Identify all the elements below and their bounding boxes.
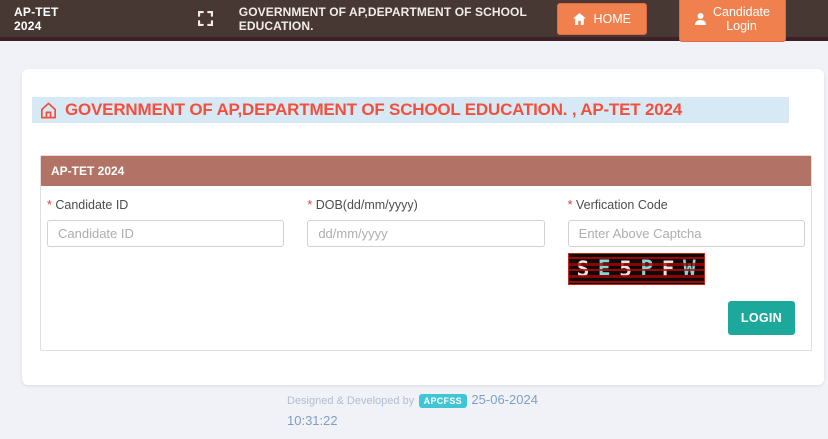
fullscreen-icon[interactable] xyxy=(197,11,213,26)
footer-time: 10:31:22 xyxy=(287,413,338,428)
candidate-login-button[interactable]: Candidate Login xyxy=(678,0,786,42)
top-navbar: AP-TET 2024 GOVERNMENT OF AP,DEPARTMENT … xyxy=(0,0,828,42)
person-icon xyxy=(694,12,706,25)
login-card: GOVERNMENT OF AP,DEPARTMENT OF SCHOOL ED… xyxy=(22,69,824,385)
dob-input[interactable] xyxy=(307,220,545,247)
apcfss-badge: APCFSS xyxy=(418,394,467,408)
required-asterisk: * xyxy=(47,198,52,212)
captcha-char: P xyxy=(640,256,654,280)
footer-date: 25-06-2024 xyxy=(471,392,538,407)
verification-code-field-group: * Verfication Code S E 5 P F W xyxy=(567,198,805,285)
home-icon xyxy=(573,12,587,25)
candidate-id-label-text: Candidate ID xyxy=(55,198,129,212)
navbar-title: GOVERNMENT OF AP,DEPARTMENT OF SCHOOL ED… xyxy=(238,4,527,33)
footer-credit-text: Designed & Developed by xyxy=(287,395,415,407)
brand-title: AP-TET 2024 xyxy=(14,4,59,33)
dob-field-group: * DOB(dd/mm/yyyy) xyxy=(307,198,545,285)
form-row: * Candidate ID * DOB(dd/mm/yyyy) * Verfi… xyxy=(47,198,805,285)
home-button-label: HOME xyxy=(593,11,631,26)
candidate-login-button-label: Candidate Login xyxy=(712,4,770,33)
captcha-char: 5 xyxy=(619,257,632,281)
verification-code-label-text: Verfication Code xyxy=(576,198,668,212)
navbar-buttons: HOME Candidate Login xyxy=(557,0,786,42)
candidate-id-input[interactable] xyxy=(47,220,285,247)
page-heading: GOVERNMENT OF AP,DEPARTMENT OF SCHOOL ED… xyxy=(32,97,789,123)
login-row: LOGIN xyxy=(47,301,805,335)
captcha-char: F xyxy=(661,257,675,281)
verification-code-label: * Verfication Code xyxy=(568,198,805,212)
footer: Designed & Developed by APCFSS 25-06-202… xyxy=(0,391,828,429)
dob-label-text: DOB(dd/mm/yyyy) xyxy=(315,198,418,212)
home-button[interactable]: HOME xyxy=(557,2,647,35)
captcha-char: W xyxy=(682,256,696,280)
captcha-char: S xyxy=(576,257,590,281)
login-panel: AP-TET 2024 * Candidate ID * DOB(dd/mm/y… xyxy=(40,155,812,351)
candidate-id-field-group: * Candidate ID xyxy=(47,198,285,285)
login-button[interactable]: LOGIN xyxy=(727,301,795,335)
required-asterisk: * xyxy=(307,198,313,212)
footer-credit-block: Designed & Developed by APCFSS 25-06-202… xyxy=(287,391,541,429)
page-heading-text: GOVERNMENT OF AP,DEPARTMENT OF SCHOOL ED… xyxy=(65,100,682,119)
candidate-id-label: * Candidate ID xyxy=(47,198,284,212)
home-outline-icon xyxy=(39,101,58,120)
verification-code-input[interactable] xyxy=(567,220,805,247)
required-asterisk: * xyxy=(567,198,573,212)
captcha-char: E xyxy=(597,256,611,280)
panel-body: * Candidate ID * DOB(dd/mm/yyyy) * Verfi… xyxy=(41,186,811,350)
captcha-image: S E 5 P F W xyxy=(567,253,705,285)
dob-label: * DOB(dd/mm/yyyy) xyxy=(307,198,544,212)
panel-title: AP-TET 2024 xyxy=(41,156,811,186)
